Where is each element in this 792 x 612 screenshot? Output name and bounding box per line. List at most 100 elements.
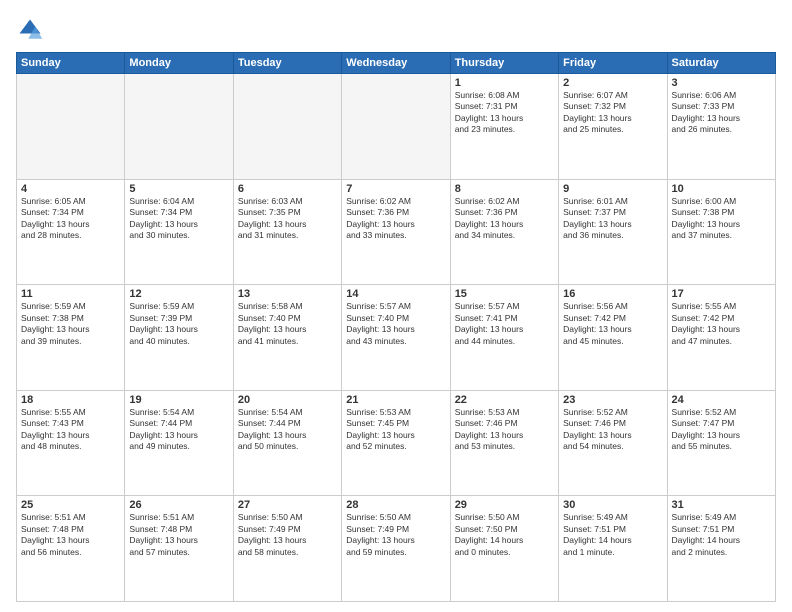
week-row-2: 4Sunrise: 6:05 AM Sunset: 7:34 PM Daylig…	[17, 179, 776, 285]
day-number: 3	[672, 77, 771, 89]
day-info: Sunrise: 5:50 AM Sunset: 7:50 PM Dayligh…	[455, 512, 554, 558]
day-info: Sunrise: 5:56 AM Sunset: 7:42 PM Dayligh…	[563, 301, 662, 347]
weekday-header-monday: Monday	[125, 53, 233, 74]
weekday-header-row: SundayMondayTuesdayWednesdayThursdayFrid…	[17, 53, 776, 74]
day-number: 1	[455, 77, 554, 89]
day-number: 22	[455, 394, 554, 406]
calendar-cell: 6Sunrise: 6:03 AM Sunset: 7:35 PM Daylig…	[233, 179, 341, 285]
day-number: 20	[238, 394, 337, 406]
day-info: Sunrise: 6:00 AM Sunset: 7:38 PM Dayligh…	[672, 196, 771, 242]
week-row-3: 11Sunrise: 5:59 AM Sunset: 7:38 PM Dayli…	[17, 285, 776, 391]
day-number: 27	[238, 499, 337, 511]
calendar-cell: 11Sunrise: 5:59 AM Sunset: 7:38 PM Dayli…	[17, 285, 125, 391]
calendar-cell	[125, 74, 233, 180]
day-number: 4	[21, 183, 120, 195]
weekday-header-saturday: Saturday	[667, 53, 775, 74]
calendar-cell: 23Sunrise: 5:52 AM Sunset: 7:46 PM Dayli…	[559, 390, 667, 496]
calendar-cell: 5Sunrise: 6:04 AM Sunset: 7:34 PM Daylig…	[125, 179, 233, 285]
day-number: 26	[129, 499, 228, 511]
day-info: Sunrise: 6:03 AM Sunset: 7:35 PM Dayligh…	[238, 196, 337, 242]
day-number: 15	[455, 288, 554, 300]
header	[16, 16, 776, 44]
logo-icon	[16, 16, 44, 44]
day-info: Sunrise: 6:07 AM Sunset: 7:32 PM Dayligh…	[563, 90, 662, 136]
weekday-header-sunday: Sunday	[17, 53, 125, 74]
day-info: Sunrise: 5:54 AM Sunset: 7:44 PM Dayligh…	[238, 407, 337, 453]
day-number: 2	[563, 77, 662, 89]
day-number: 28	[346, 499, 445, 511]
calendar-cell: 30Sunrise: 5:49 AM Sunset: 7:51 PM Dayli…	[559, 496, 667, 602]
calendar-cell: 13Sunrise: 5:58 AM Sunset: 7:40 PM Dayli…	[233, 285, 341, 391]
week-row-1: 1Sunrise: 6:08 AM Sunset: 7:31 PM Daylig…	[17, 74, 776, 180]
calendar-cell: 12Sunrise: 5:59 AM Sunset: 7:39 PM Dayli…	[125, 285, 233, 391]
day-info: Sunrise: 5:49 AM Sunset: 7:51 PM Dayligh…	[563, 512, 662, 558]
day-number: 25	[21, 499, 120, 511]
day-number: 7	[346, 183, 445, 195]
day-number: 19	[129, 394, 228, 406]
logo	[16, 16, 48, 44]
calendar-cell: 24Sunrise: 5:52 AM Sunset: 7:47 PM Dayli…	[667, 390, 775, 496]
day-number: 14	[346, 288, 445, 300]
calendar-cell: 26Sunrise: 5:51 AM Sunset: 7:48 PM Dayli…	[125, 496, 233, 602]
weekday-header-tuesday: Tuesday	[233, 53, 341, 74]
day-info: Sunrise: 5:51 AM Sunset: 7:48 PM Dayligh…	[21, 512, 120, 558]
weekday-header-friday: Friday	[559, 53, 667, 74]
calendar-cell: 31Sunrise: 5:49 AM Sunset: 7:51 PM Dayli…	[667, 496, 775, 602]
day-number: 13	[238, 288, 337, 300]
calendar-cell: 27Sunrise: 5:50 AM Sunset: 7:49 PM Dayli…	[233, 496, 341, 602]
day-number: 11	[21, 288, 120, 300]
calendar-cell: 4Sunrise: 6:05 AM Sunset: 7:34 PM Daylig…	[17, 179, 125, 285]
day-info: Sunrise: 5:53 AM Sunset: 7:45 PM Dayligh…	[346, 407, 445, 453]
day-info: Sunrise: 5:49 AM Sunset: 7:51 PM Dayligh…	[672, 512, 771, 558]
day-info: Sunrise: 5:50 AM Sunset: 7:49 PM Dayligh…	[346, 512, 445, 558]
calendar-cell: 10Sunrise: 6:00 AM Sunset: 7:38 PM Dayli…	[667, 179, 775, 285]
day-number: 6	[238, 183, 337, 195]
calendar-cell: 19Sunrise: 5:54 AM Sunset: 7:44 PM Dayli…	[125, 390, 233, 496]
day-number: 9	[563, 183, 662, 195]
day-number: 21	[346, 394, 445, 406]
calendar-cell: 8Sunrise: 6:02 AM Sunset: 7:36 PM Daylig…	[450, 179, 558, 285]
calendar-cell: 2Sunrise: 6:07 AM Sunset: 7:32 PM Daylig…	[559, 74, 667, 180]
calendar-cell: 22Sunrise: 5:53 AM Sunset: 7:46 PM Dayli…	[450, 390, 558, 496]
calendar-cell: 20Sunrise: 5:54 AM Sunset: 7:44 PM Dayli…	[233, 390, 341, 496]
day-number: 31	[672, 499, 771, 511]
day-info: Sunrise: 5:51 AM Sunset: 7:48 PM Dayligh…	[129, 512, 228, 558]
day-info: Sunrise: 5:53 AM Sunset: 7:46 PM Dayligh…	[455, 407, 554, 453]
day-number: 16	[563, 288, 662, 300]
day-number: 17	[672, 288, 771, 300]
day-info: Sunrise: 6:04 AM Sunset: 7:34 PM Dayligh…	[129, 196, 228, 242]
day-info: Sunrise: 6:05 AM Sunset: 7:34 PM Dayligh…	[21, 196, 120, 242]
day-info: Sunrise: 6:06 AM Sunset: 7:33 PM Dayligh…	[672, 90, 771, 136]
day-number: 18	[21, 394, 120, 406]
calendar-cell: 1Sunrise: 6:08 AM Sunset: 7:31 PM Daylig…	[450, 74, 558, 180]
calendar-cell: 28Sunrise: 5:50 AM Sunset: 7:49 PM Dayli…	[342, 496, 450, 602]
week-row-5: 25Sunrise: 5:51 AM Sunset: 7:48 PM Dayli…	[17, 496, 776, 602]
day-info: Sunrise: 5:59 AM Sunset: 7:39 PM Dayligh…	[129, 301, 228, 347]
day-info: Sunrise: 5:52 AM Sunset: 7:47 PM Dayligh…	[672, 407, 771, 453]
day-number: 24	[672, 394, 771, 406]
day-info: Sunrise: 5:58 AM Sunset: 7:40 PM Dayligh…	[238, 301, 337, 347]
day-info: Sunrise: 5:55 AM Sunset: 7:43 PM Dayligh…	[21, 407, 120, 453]
calendar-cell	[233, 74, 341, 180]
day-number: 30	[563, 499, 662, 511]
day-info: Sunrise: 5:55 AM Sunset: 7:42 PM Dayligh…	[672, 301, 771, 347]
calendar-cell: 7Sunrise: 6:02 AM Sunset: 7:36 PM Daylig…	[342, 179, 450, 285]
calendar-cell	[342, 74, 450, 180]
calendar-cell: 14Sunrise: 5:57 AM Sunset: 7:40 PM Dayli…	[342, 285, 450, 391]
calendar-cell: 3Sunrise: 6:06 AM Sunset: 7:33 PM Daylig…	[667, 74, 775, 180]
day-number: 12	[129, 288, 228, 300]
calendar-cell: 25Sunrise: 5:51 AM Sunset: 7:48 PM Dayli…	[17, 496, 125, 602]
calendar-cell	[17, 74, 125, 180]
page: SundayMondayTuesdayWednesdayThursdayFrid…	[0, 0, 792, 612]
day-number: 29	[455, 499, 554, 511]
calendar-cell: 9Sunrise: 6:01 AM Sunset: 7:37 PM Daylig…	[559, 179, 667, 285]
day-info: Sunrise: 6:01 AM Sunset: 7:37 PM Dayligh…	[563, 196, 662, 242]
day-info: Sunrise: 5:52 AM Sunset: 7:46 PM Dayligh…	[563, 407, 662, 453]
day-number: 10	[672, 183, 771, 195]
day-info: Sunrise: 6:08 AM Sunset: 7:31 PM Dayligh…	[455, 90, 554, 136]
day-info: Sunrise: 5:57 AM Sunset: 7:41 PM Dayligh…	[455, 301, 554, 347]
calendar-table: SundayMondayTuesdayWednesdayThursdayFrid…	[16, 52, 776, 602]
calendar-cell: 18Sunrise: 5:55 AM Sunset: 7:43 PM Dayli…	[17, 390, 125, 496]
day-info: Sunrise: 5:59 AM Sunset: 7:38 PM Dayligh…	[21, 301, 120, 347]
day-info: Sunrise: 5:54 AM Sunset: 7:44 PM Dayligh…	[129, 407, 228, 453]
